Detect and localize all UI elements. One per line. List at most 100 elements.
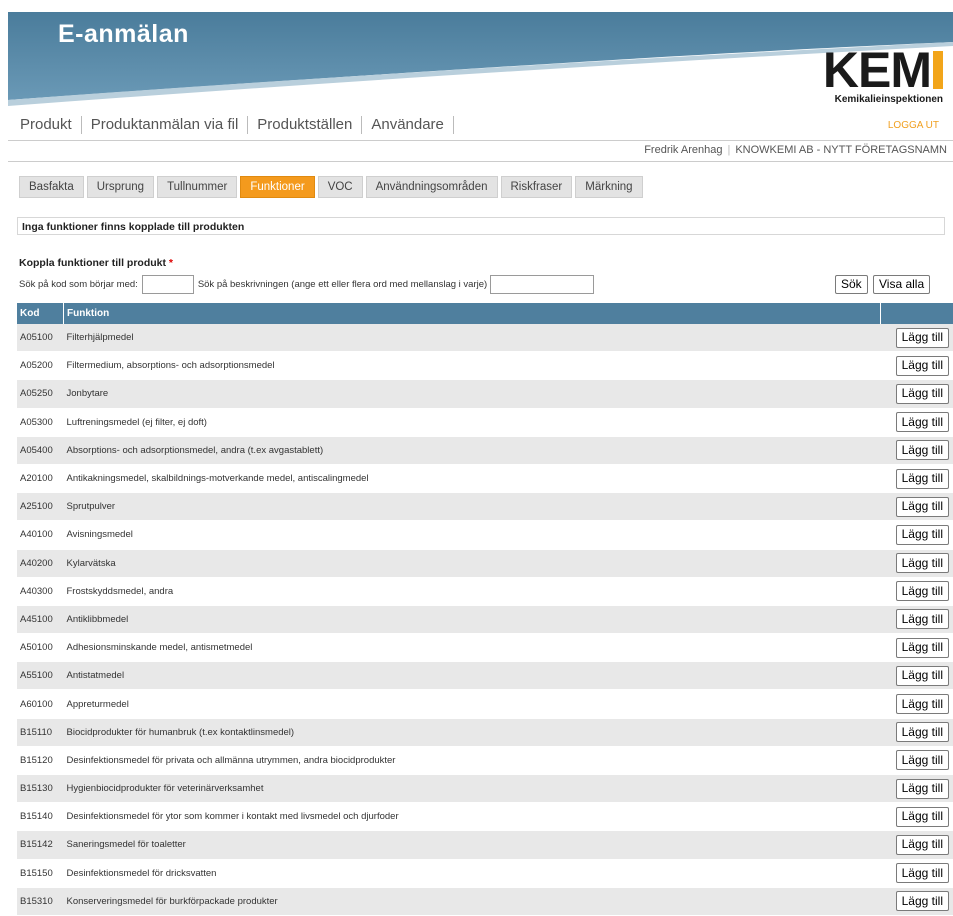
cell-kod: A05300 — [17, 408, 64, 436]
cell-action: Lägg till — [881, 718, 953, 746]
cell-action: Lägg till — [881, 408, 953, 436]
cell-action: Lägg till — [881, 690, 953, 718]
col-header-funktion: Funktion — [64, 303, 881, 324]
cell-kod: A05400 — [17, 436, 64, 464]
cell-action: Lägg till — [881, 493, 953, 521]
logo-subtitle: Kemikalieinspektionen — [823, 94, 943, 105]
add-button[interactable]: Lägg till — [896, 779, 949, 799]
table-row: A25100SprutpulverLägg till — [17, 493, 953, 521]
user-info: Fredrik Arenhag|KNOWKEMI AB - NYTT FÖRET… — [644, 144, 947, 156]
cell-action: Lägg till — [881, 436, 953, 464]
no-functions-notice: Inga funktioner finns kopplade till prod… — [17, 217, 945, 235]
cell-kod: B15110 — [17, 718, 64, 746]
add-button[interactable]: Lägg till — [896, 440, 949, 460]
company-name: KNOWKEMI AB - NYTT FÖRETAGSNAMN — [735, 144, 947, 156]
divider — [8, 140, 953, 141]
add-button[interactable]: Lägg till — [896, 666, 949, 686]
show-all-button[interactable]: Visa alla — [873, 275, 930, 294]
table-row: A40300Frostskyddsmedel, andra Lägg till — [17, 577, 953, 605]
nav-item-produkt[interactable]: Produkt — [12, 116, 82, 134]
divider: | — [722, 144, 735, 156]
cell-kod: A60100 — [17, 690, 64, 718]
desc-search-input[interactable] — [490, 275, 594, 294]
add-button[interactable]: Lägg till — [896, 609, 949, 629]
cell-funktion: Filterhjälpmedel — [64, 324, 881, 352]
cell-action: Lägg till — [881, 859, 953, 887]
section-title: Koppla funktioner till produkt * — [19, 257, 173, 269]
col-header-kod: Kod — [17, 303, 64, 324]
cell-action: Lägg till — [881, 464, 953, 492]
add-button[interactable]: Lägg till — [896, 891, 949, 911]
tab-funktioner[interactable]: Funktioner — [240, 176, 314, 198]
cell-action: Lägg till — [881, 577, 953, 605]
table-row: B15142Saneringsmedel för toaletterLägg t… — [17, 831, 953, 859]
cell-funktion: Absorptions- och adsorptionsmedel, andra… — [64, 436, 881, 464]
add-button[interactable]: Lägg till — [896, 638, 949, 658]
add-button[interactable]: Lägg till — [896, 328, 949, 348]
tab-ursprung[interactable]: Ursprung — [87, 176, 154, 198]
cell-funktion: Frostskyddsmedel, andra — [64, 577, 881, 605]
table-row: A05100Filterhjälpmedel Lägg till — [17, 324, 953, 352]
cell-kod: A05100 — [17, 324, 64, 352]
cell-funktion: Hygienbiocidprodukter för veterinärverks… — [64, 775, 881, 803]
cell-funktion: Antiklibbmedel — [64, 605, 881, 633]
add-button[interactable]: Lägg till — [896, 412, 949, 432]
logo-accent-bar — [933, 51, 943, 89]
table-row: A45100Antiklibbmedel Lägg till — [17, 605, 953, 633]
cell-action: Lägg till — [881, 887, 953, 915]
cell-action: Lägg till — [881, 803, 953, 831]
cell-action: Lägg till — [881, 324, 953, 352]
add-button[interactable]: Lägg till — [896, 863, 949, 883]
tab-basfakta[interactable]: Basfakta — [19, 176, 84, 198]
divider — [8, 161, 953, 162]
cell-funktion: Antistatmedel — [64, 662, 881, 690]
tab-voc[interactable]: VOC — [318, 176, 363, 198]
cell-kod: A45100 — [17, 605, 64, 633]
cell-kod: B15150 — [17, 859, 64, 887]
tab-riskfraser[interactable]: Riskfraser — [501, 176, 573, 198]
search-button[interactable]: Sök — [835, 275, 868, 294]
cell-funktion: Adhesionsminskande medel, antismetmedel — [64, 634, 881, 662]
nav-item-produktanmalan[interactable]: Produktanmälan via fil — [82, 116, 249, 134]
tab-tullnummer[interactable]: Tullnummer — [157, 176, 237, 198]
table-row: A55100AntistatmedelLägg till — [17, 662, 953, 690]
tab-markning[interactable]: Märkning — [575, 176, 642, 198]
add-button[interactable]: Lägg till — [896, 356, 949, 376]
add-button[interactable]: Lägg till — [896, 525, 949, 545]
table-row: A40100AvisningsmedelLägg till — [17, 521, 953, 549]
add-button[interactable]: Lägg till — [896, 581, 949, 601]
add-button[interactable]: Lägg till — [896, 750, 949, 770]
add-button[interactable]: Lägg till — [896, 694, 949, 714]
cell-funktion: Biocidprodukter för humanbruk (t.ex kont… — [64, 718, 881, 746]
add-button[interactable]: Lägg till — [896, 553, 949, 573]
add-button[interactable]: Lägg till — [896, 497, 949, 517]
cell-kod: A40100 — [17, 521, 64, 549]
cell-funktion: Appreturmedel — [64, 690, 881, 718]
logout-link[interactable]: LOGGA UT — [888, 120, 939, 131]
cell-action: Lägg till — [881, 352, 953, 380]
required-marker: * — [169, 257, 173, 269]
code-search-input[interactable] — [142, 275, 194, 294]
cell-kod: A50100 — [17, 634, 64, 662]
add-button[interactable]: Lägg till — [896, 807, 949, 827]
app-title: E-anmälan — [58, 20, 189, 49]
user-name: Fredrik Arenhag — [644, 144, 722, 156]
nav-item-produktstallen[interactable]: Produktställen — [248, 116, 362, 134]
cell-kod: A40300 — [17, 577, 64, 605]
add-button[interactable]: Lägg till — [896, 469, 949, 489]
table-row: A20100Antikakningsmedel, skalbildnings-m… — [17, 464, 953, 492]
table-row: A05200Filtermedium, absorptions- och ads… — [17, 352, 953, 380]
nav-item-anvandare[interactable]: Användare — [362, 116, 454, 134]
header: E-anmälan KEM Kemikalieinspektionen — [0, 0, 953, 108]
add-button[interactable]: Lägg till — [896, 835, 949, 855]
cell-kod: B15130 — [17, 775, 64, 803]
cell-funktion: Filtermedium, absorptions- och adsorptio… — [64, 352, 881, 380]
cell-action: Lägg till — [881, 521, 953, 549]
cell-funktion: Kylarvätska — [64, 549, 881, 577]
add-button[interactable]: Lägg till — [896, 722, 949, 742]
cell-kod: A05250 — [17, 380, 64, 408]
add-button[interactable]: Lägg till — [896, 384, 949, 404]
search-row: Sök på kod som börjar med:Sök på beskriv… — [19, 275, 594, 294]
cell-kod: B15140 — [17, 803, 64, 831]
tab-anvandningsomraden[interactable]: Användningsområden — [366, 176, 498, 198]
